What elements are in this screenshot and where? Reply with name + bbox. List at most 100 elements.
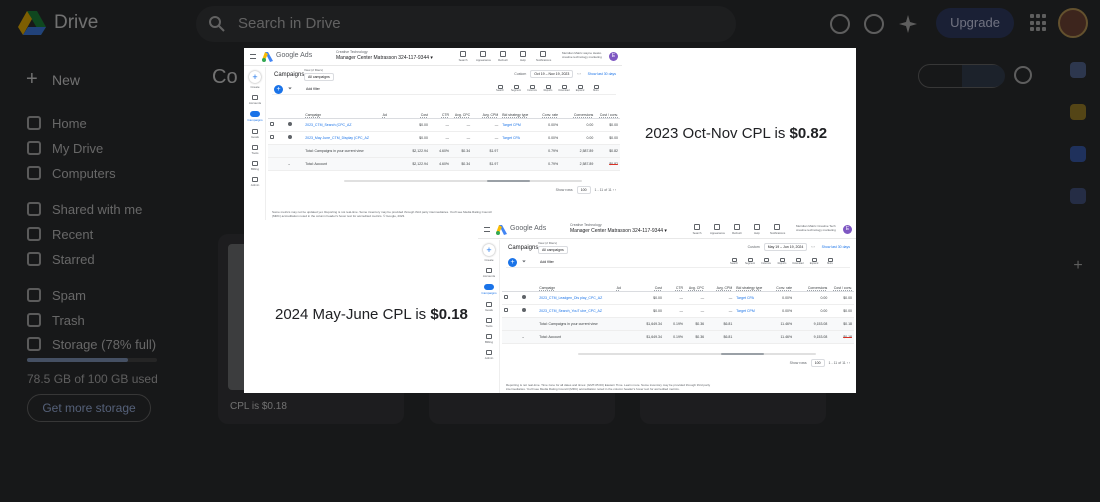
create-plus-icon[interactable]: +: [483, 244, 495, 256]
nav-admin[interactable]: Admin: [246, 177, 264, 187]
column-header[interactable]: CTR: [663, 273, 686, 292]
campaign-link[interactable]: 2023_May June_CTM_Display (CPC_AZ: [303, 131, 381, 145]
toolbar-notifications-button[interactable]: Notifications: [536, 51, 551, 62]
row-checkbox[interactable]: [502, 291, 520, 305]
column-header[interactable]: Conv. rate: [765, 273, 795, 292]
add-filter-button[interactable]: Add filter: [306, 87, 320, 91]
view-filter[interactable]: View (2 filters) All campaigns: [538, 241, 568, 254]
add-campaign-plus-icon[interactable]: +: [508, 258, 517, 267]
expand-chevron-icon[interactable]: [285, 144, 304, 158]
column-header[interactable]: Conv. rate: [531, 100, 561, 119]
column-header[interactable]: Bid strategy type: [500, 100, 532, 119]
filter-value[interactable]: All campaigns: [538, 246, 568, 254]
bid-strategy-link[interactable]: Target CPM: [734, 304, 766, 318]
create-plus-icon[interactable]: +: [249, 71, 261, 83]
nav-billing[interactable]: Billing: [480, 334, 498, 344]
bid-strategy-link[interactable]: Target CPA: [734, 291, 766, 305]
nav-goals[interactable]: Goals: [246, 129, 264, 139]
show-last-30-days-link[interactable]: Show last 30 days: [588, 72, 616, 76]
table-tool-segment[interactable]: Segment: [510, 85, 522, 92]
table-tool-columns[interactable]: Columns: [760, 258, 772, 265]
column-header[interactable]: Conversions: [794, 273, 830, 292]
expand-chevron-icon[interactable]: [519, 317, 538, 331]
add-filter-button[interactable]: Add filter: [540, 260, 554, 264]
table-tool-download[interactable]: Download: [792, 258, 804, 265]
row-checkbox[interactable]: [268, 118, 286, 132]
add-campaign-plus-icon[interactable]: +: [274, 85, 283, 94]
account-selector[interactable]: Manager Center Matrasson 324-117-9344 ▾: [336, 55, 433, 61]
column-header[interactable]: Avg. CPM: [706, 273, 735, 292]
account-avatar[interactable]: E: [843, 225, 852, 234]
campaign-link[interactable]: 2023_CTM_Leadgen_Dis play_CPC_AZ: [537, 291, 615, 305]
table-tool-download[interactable]: Download: [558, 85, 570, 92]
show-rows-select[interactable]: 100: [576, 186, 591, 194]
table-tool-more[interactable]: More: [590, 85, 602, 92]
nav-accounts[interactable]: Accounts: [480, 268, 498, 278]
table-row[interactable]: 2023_May June_CTM_Display (CPC_AZ $0.00— —…: [268, 131, 620, 145]
filter-funnel-icon[interactable]: ⏷: [288, 86, 292, 92]
column-header[interactable]: Cost: [635, 273, 664, 292]
campaign-link[interactable]: 2023_CTM_Search (CPC_AZ: [303, 118, 381, 132]
row-checkbox[interactable]: [502, 304, 520, 318]
column-header[interactable]: Cost / conv.: [595, 100, 620, 119]
toolbar-help-button[interactable]: Help: [516, 51, 530, 62]
account-avatar[interactable]: E: [609, 52, 618, 61]
show-last-30-days-link[interactable]: Show last 30 days: [822, 245, 850, 249]
column-header[interactable]: Cost / conv.: [829, 273, 854, 292]
nav-accounts[interactable]: Accounts: [246, 95, 264, 105]
bid-strategy-link[interactable]: Target CPA: [500, 131, 532, 145]
table-row[interactable]: 2023_CTM_Search (CPC_AZ $0.00— — — Target CP…: [268, 118, 620, 132]
table-tool-expand[interactable]: Expand: [574, 85, 586, 92]
toolbar-search-button[interactable]: Search: [456, 51, 470, 62]
nav-tools[interactable]: Tools: [480, 318, 498, 328]
nav-goals[interactable]: Goals: [480, 302, 498, 312]
horizontal-scrollbar[interactable]: [344, 180, 582, 182]
toolbar-refresh-button[interactable]: Refresh: [496, 51, 510, 62]
table-row[interactable]: 2023_CTM_Search_YouT ube_CPC_AZ $0.00— — — T…: [502, 304, 854, 318]
nav-admin[interactable]: Admin: [480, 350, 498, 360]
toolbar-appearance-button[interactable]: Appearance: [476, 51, 491, 62]
toolbar-search-button[interactable]: Search: [690, 224, 704, 235]
toolbar-appearance-button[interactable]: Appearance: [710, 224, 725, 235]
row-checkbox[interactable]: [268, 131, 286, 145]
column-header[interactable]: CTR: [429, 100, 452, 119]
table-row[interactable]: 2023_CTM_Leadgen_Dis play_CPC_AZ $0.00— — —…: [502, 291, 854, 305]
table-tool-reports[interactable]: Reports: [542, 85, 554, 92]
column-header[interactable]: Avg. CPC: [451, 100, 473, 119]
scrollbar-thumb[interactable]: [720, 353, 764, 355]
table-tool-reports[interactable]: Reports: [776, 258, 788, 265]
column-header[interactable]: Conversions: [560, 100, 596, 119]
scrollbar-thumb[interactable]: [486, 180, 530, 182]
bid-strategy-link[interactable]: Target CPM: [500, 118, 532, 132]
column-header[interactable]: Ad: [614, 273, 636, 292]
nav-campaigns[interactable]: Campaigns: [480, 284, 498, 295]
account-selector[interactable]: Manager Center Matrasson 324-117-9344 ▾: [570, 228, 667, 234]
toolbar-notifications-button[interactable]: Notifications: [770, 224, 785, 235]
column-header[interactable]: Campaign: [537, 273, 615, 292]
campaign-link[interactable]: 2023_CTM_Search_YouT ube_CPC_AZ: [537, 304, 615, 318]
column-header[interactable]: Campaign: [303, 100, 381, 119]
table-tool-more[interactable]: More: [824, 258, 836, 265]
column-header[interactable]: Avg. CPC: [685, 273, 707, 292]
date-range-picker[interactable]: May 19 – Jun 19, 2024: [763, 243, 808, 251]
table-tool-segment[interactable]: Segment: [744, 258, 756, 265]
nav-billing[interactable]: Billing: [246, 161, 264, 171]
expand-chevron-icon[interactable]: ⌄: [285, 157, 304, 171]
show-rows-select[interactable]: 100: [810, 359, 825, 367]
table-tool-expand[interactable]: Expand: [808, 258, 820, 265]
table-tool-search[interactable]: Search: [494, 85, 506, 92]
toolbar-refresh-button[interactable]: Refresh: [730, 224, 744, 235]
filter-funnel-icon[interactable]: ⏷: [522, 259, 526, 265]
expand-chevron-icon[interactable]: ⌄: [519, 330, 538, 344]
filter-value[interactable]: All campaigns: [304, 73, 334, 81]
table-tool-columns[interactable]: Columns: [526, 85, 538, 92]
date-range-picker[interactable]: Oct 19 – Nov 19, 2023: [530, 70, 574, 78]
toolbar-help-button[interactable]: Help: [750, 224, 764, 235]
column-header[interactable]: Ad: [380, 100, 402, 119]
horizontal-scrollbar[interactable]: [578, 353, 816, 355]
column-header[interactable]: Cost: [401, 100, 430, 119]
column-header[interactable]: Bid strategy type: [734, 273, 766, 292]
nav-tools[interactable]: Tools: [246, 145, 264, 155]
view-filter[interactable]: View (2 filters) All campaigns: [304, 68, 334, 81]
table-tool-search[interactable]: Search: [728, 258, 740, 265]
